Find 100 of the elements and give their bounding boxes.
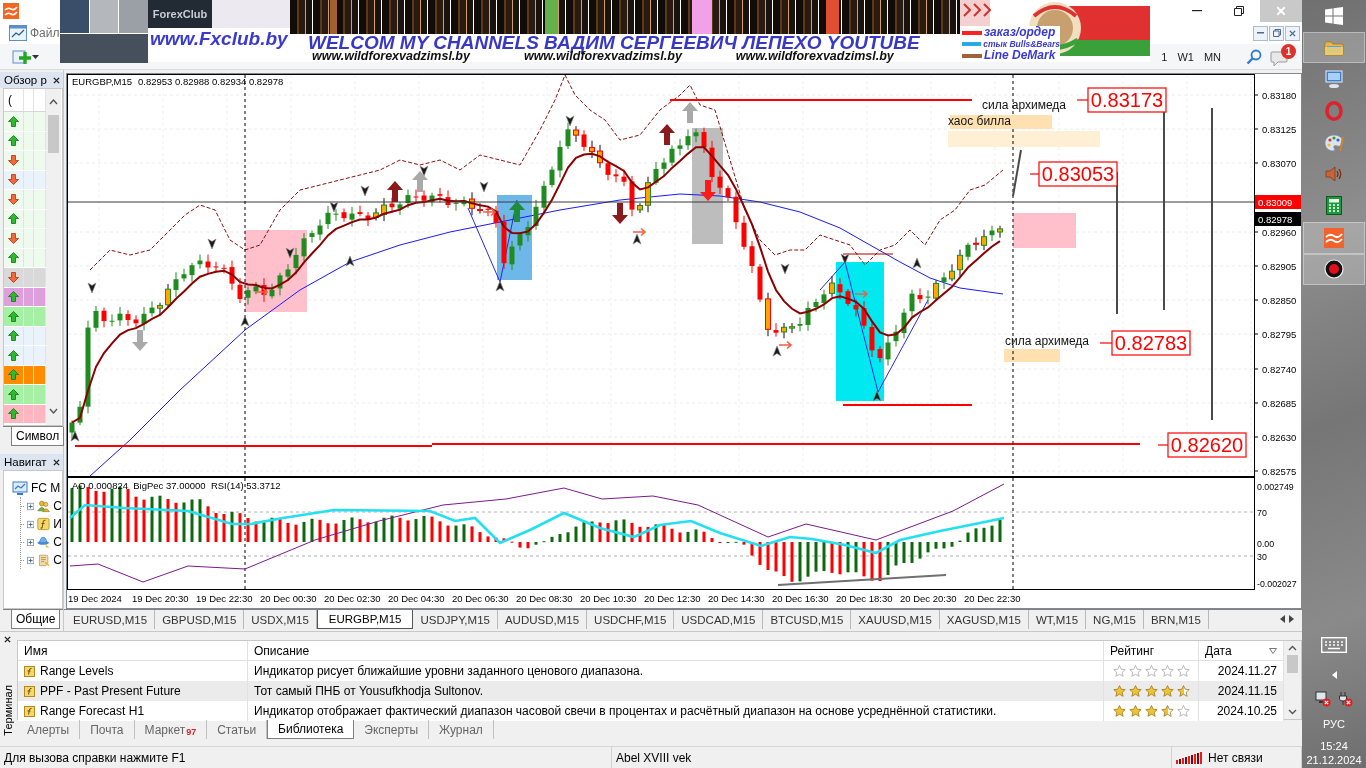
- market-watch-row[interactable]: [4, 346, 46, 366]
- terminal-tab[interactable]: Маркет97: [134, 720, 208, 739]
- indicator-icon: [24, 665, 35, 677]
- terminal-tab[interactable]: Алерты: [17, 720, 81, 739]
- tray-status-button[interactable]: [1313, 689, 1355, 709]
- chart-tab[interactable]: EURGBP,M15: [316, 610, 414, 629]
- down-arrow-icon: [8, 193, 19, 205]
- folder-icon: [1324, 38, 1344, 57]
- star-icon: [1112, 665, 1126, 677]
- column-header[interactable]: Описание: [254, 643, 310, 658]
- column-header[interactable]: (: [4, 89, 24, 111]
- market-watch-row[interactable]: [4, 307, 46, 327]
- market-watch-row[interactable]: [4, 326, 46, 346]
- tree-item[interactable]: С: [53, 499, 62, 513]
- chart-tab[interactable]: XAUUSD,M15: [851, 610, 940, 629]
- timeframe-button[interactable]: W1: [1172, 45, 1199, 68]
- panel-title: Терминал: [1, 685, 14, 736]
- time-axis-label: 20 Dec 02:30: [324, 593, 381, 604]
- price-axis-label: 0.82905: [1262, 260, 1297, 272]
- close-icon: [1289, 29, 1296, 37]
- star-icon: [1144, 665, 1158, 677]
- close-icon: [53, 76, 60, 84]
- chart-tab[interactable]: USDCHF,M15: [587, 610, 675, 629]
- market-watch-row[interactable]: [4, 209, 46, 229]
- terminal-tab[interactable]: Эксперты: [354, 720, 430, 739]
- tree-item[interactable]: И: [53, 517, 62, 531]
- star-icon: [1128, 685, 1142, 697]
- signal-bars-icon: [1176, 751, 1202, 764]
- keyboard-button[interactable]: [1319, 635, 1349, 655]
- up-arrow-icon: [682, 102, 698, 123]
- column-header[interactable]: Дата: [1205, 643, 1232, 658]
- monitor-chart-icon: [12, 480, 28, 496]
- windows-logo-icon: [1325, 6, 1343, 25]
- market-watch-row[interactable]: [4, 365, 46, 385]
- market-watch-row[interactable]: [4, 170, 46, 190]
- timeframe-button[interactable]: 1: [1156, 45, 1173, 68]
- market-watch-row[interactable]: [4, 229, 46, 249]
- indicator-name[interactable]: Range Forecast H1: [40, 704, 145, 718]
- taskbar-button[interactable]: [1303, 253, 1365, 286]
- market-watch-row[interactable]: [4, 287, 46, 307]
- minimize-button[interactable]: [1253, 25, 1268, 41]
- arrowhead-marker-icon: [912, 257, 922, 269]
- down-arrow-icon: [612, 203, 628, 224]
- chart-tab[interactable]: BRN,M15: [1143, 610, 1209, 629]
- legend-text: Line DeMark: [984, 50, 1056, 61]
- chart-tab[interactable]: BTCUSD,M15: [763, 610, 852, 629]
- arrowhead-marker-icon: [632, 233, 642, 245]
- minimize-icon: [1257, 32, 1264, 34]
- chart-tab[interactable]: AUDUSD,M15: [497, 610, 588, 629]
- annotation-background: [1004, 349, 1060, 362]
- up-arrow-icon: [8, 115, 19, 127]
- annotation-text: сила архимеда: [982, 98, 1066, 112]
- zone-rectangle: [1013, 213, 1076, 248]
- indicator-name[interactable]: Range Levels: [40, 664, 114, 678]
- tree-item[interactable]: С: [53, 553, 62, 567]
- chart-tab[interactable]: XAGUSD,M15: [939, 610, 1029, 629]
- panel-tab[interactable]: Символ: [11, 427, 65, 446]
- language-indicator[interactable]: РУС: [1323, 717, 1345, 731]
- arrowhead-marker-icon: [87, 282, 97, 294]
- tree-item[interactable]: FC M: [31, 481, 61, 495]
- terminal-tab[interactable]: Почта: [80, 720, 135, 739]
- market-watch-row[interactable]: [4, 131, 46, 151]
- market-watch-row[interactable]: [4, 404, 46, 424]
- chart-tab[interactable]: USDJPY,M15: [413, 610, 498, 629]
- scroll-right-icon[interactable]: [1289, 615, 1294, 623]
- chart-tab[interactable]: USDCAD,M15: [674, 610, 764, 629]
- indicator-icon: [24, 685, 35, 697]
- terminal-tab[interactable]: Журнал: [429, 720, 494, 739]
- chart-tab[interactable]: GBPUSD,M15: [155, 610, 245, 629]
- arrowhead-marker-icon: [329, 201, 339, 213]
- market-watch-row[interactable]: [4, 112, 46, 132]
- profile-name: Abel XVIII vek: [616, 750, 692, 765]
- market-watch-row[interactable]: [4, 385, 46, 405]
- close-icon: [53, 458, 60, 466]
- market-watch-row[interactable]: [4, 268, 46, 288]
- timeframe-button[interactable]: MN: [1198, 45, 1226, 68]
- market-watch-row[interactable]: [4, 190, 46, 210]
- menu-item[interactable]: Файл: [30, 26, 60, 40]
- keyboard-icon: [1321, 637, 1347, 653]
- up-arrow-icon: [8, 330, 19, 342]
- indicator-name[interactable]: PPF - Past Present Future: [40, 684, 181, 698]
- terminal-tab[interactable]: Библиотека: [267, 720, 355, 739]
- chart-tab[interactable]: USDX,M15: [244, 610, 317, 629]
- market-watch-row[interactable]: [4, 248, 46, 268]
- arrowhead-marker-icon: [285, 247, 295, 259]
- annotation-text: сила архимеда: [1005, 334, 1089, 348]
- close-button[interactable]: [1285, 25, 1300, 41]
- column-header[interactable]: Рейтинг: [1110, 643, 1155, 658]
- chart-tab[interactable]: NG,M15: [1086, 610, 1144, 629]
- column-header[interactable]: Имя: [24, 643, 48, 658]
- tree-item[interactable]: С: [53, 535, 62, 549]
- chart-tab[interactable]: WT,M15: [1028, 610, 1087, 629]
- scrollbar[interactable]: [46, 89, 61, 425]
- panel-tab[interactable]: Общие: [11, 610, 61, 629]
- price-tag: 0.82978: [1255, 212, 1301, 226]
- star-icon: [1144, 685, 1158, 697]
- scroll-left-icon[interactable]: [1280, 615, 1285, 623]
- chart-tab[interactable]: EURUSD,M15: [66, 610, 156, 629]
- market-watch-row[interactable]: [4, 151, 46, 171]
- arrowhead-marker-icon: [419, 165, 429, 177]
